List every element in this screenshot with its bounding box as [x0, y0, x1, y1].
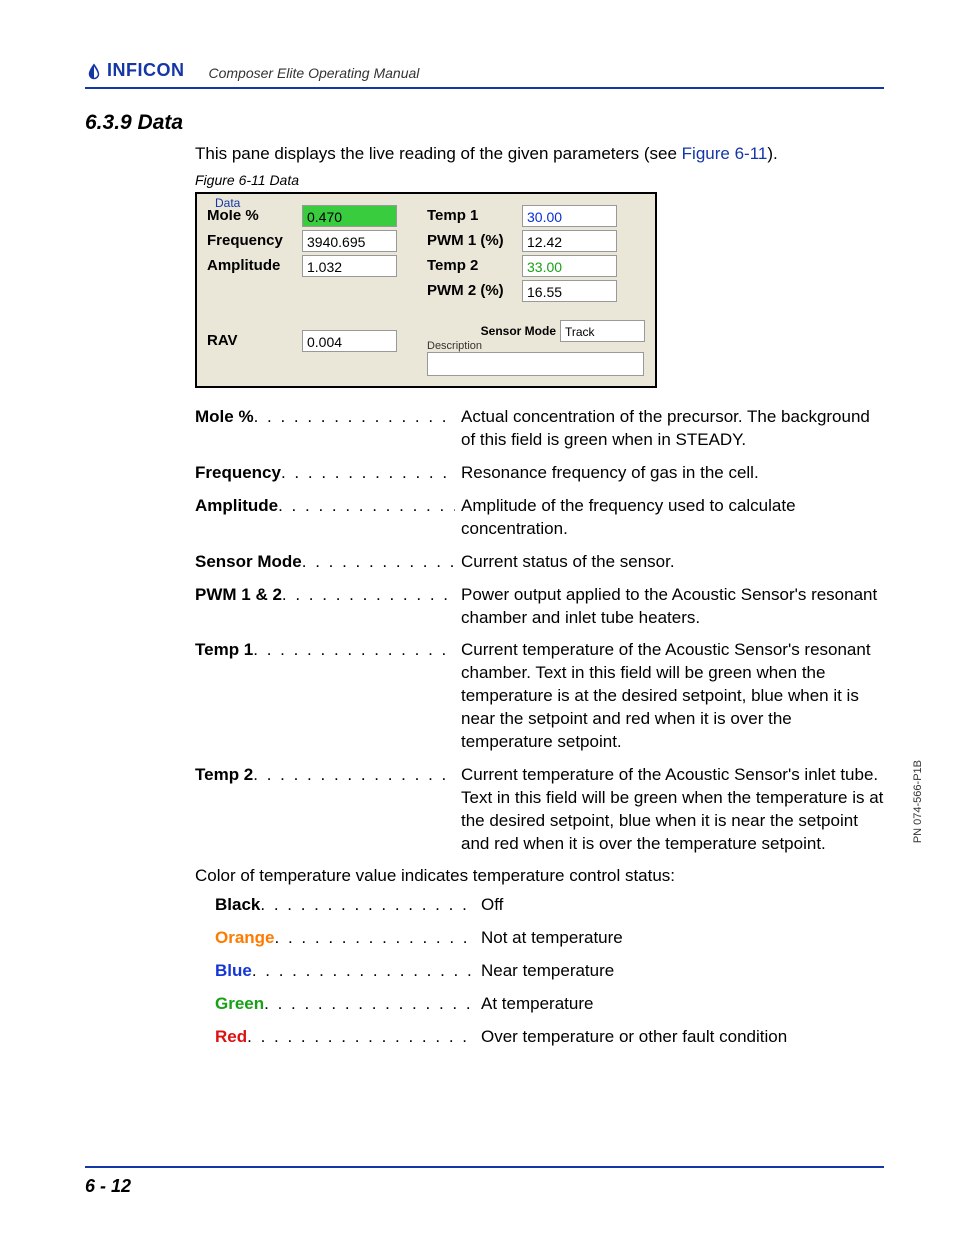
- rav-value: 0.004: [302, 330, 397, 352]
- section-heading: 6.3.9 Data: [85, 111, 884, 135]
- sensor-mode-value: Track: [560, 320, 645, 342]
- mole-pct-label: Mole %: [207, 207, 302, 224]
- manual-title: Composer Elite Operating Manual: [209, 65, 420, 81]
- pwm1-value: 12.42: [522, 230, 617, 252]
- figure-caption: Figure 6-11 Data: [195, 172, 884, 188]
- def-sensor-mode: Sensor ModeCurrent status of the sensor.: [195, 551, 884, 574]
- intro-text-prefix: This pane displays the live reading of t…: [195, 144, 682, 163]
- def-pwm: PWM 1 & 2Power output applied to the Aco…: [195, 584, 884, 630]
- amplitude-label: Amplitude: [207, 257, 302, 274]
- temp1-label: Temp 1: [427, 207, 522, 224]
- temp2-value: 33.00: [522, 255, 617, 277]
- droplet-icon: [85, 62, 103, 80]
- color-red: RedOver temperature or other fault condi…: [215, 1026, 884, 1049]
- data-panel: Data Mole % 0.470 Temp 1 30.00 Frequency…: [195, 192, 657, 388]
- part-number: PN 074-566-P1B: [912, 760, 924, 843]
- color-black: BlackOff: [215, 894, 884, 917]
- def-temp1: Temp 1Current temperature of the Acousti…: [195, 639, 884, 754]
- mole-pct-value: 0.470: [302, 205, 397, 227]
- figure-xref-link[interactable]: Figure 6-11: [682, 144, 768, 163]
- temp2-label: Temp 2: [427, 257, 522, 274]
- panel-legend: Data: [211, 196, 244, 210]
- pwm2-label: PWM 2 (%): [427, 282, 522, 299]
- color-orange: OrangeNot at temperature: [215, 927, 884, 950]
- brand-logo: INFICON: [85, 60, 185, 81]
- frequency-value: 3940.695: [302, 230, 397, 252]
- color-green: GreenAt temperature: [215, 993, 884, 1016]
- color-intro: Color of temperature value indicates tem…: [195, 866, 884, 886]
- color-blue: BlueNear temperature: [215, 960, 884, 983]
- brand-text: INFICON: [107, 60, 185, 81]
- sensor-mode-label: Sensor Mode: [481, 324, 556, 338]
- frequency-label: Frequency: [207, 232, 302, 249]
- def-mole-pct: Mole %Actual concentration of the precur…: [195, 406, 884, 452]
- temp1-value: 30.00: [522, 205, 617, 227]
- color-legend: BlackOff OrangeNot at temperature BlueNe…: [215, 894, 884, 1049]
- intro-text-suffix: ).: [767, 144, 777, 163]
- pwm2-value: 16.55: [522, 280, 617, 302]
- def-frequency: FrequencyResonance frequency of gas in t…: [195, 462, 884, 485]
- page-header: INFICON Composer Elite Operating Manual: [85, 60, 884, 89]
- def-temp2: Temp 2Current temperature of the Acousti…: [195, 764, 884, 856]
- page-number: 6 - 12: [85, 1176, 131, 1196]
- def-amplitude: AmplitudeAmplitude of the frequency used…: [195, 495, 884, 541]
- rav-label: RAV: [207, 332, 302, 349]
- description-field: [427, 352, 644, 376]
- definition-list: Mole %Actual concentration of the precur…: [195, 406, 884, 856]
- page-footer: 6 - 12: [85, 1166, 884, 1197]
- section-intro: This pane displays the live reading of t…: [195, 143, 884, 166]
- amplitude-value: 1.032: [302, 255, 397, 277]
- pwm1-label: PWM 1 (%): [427, 232, 522, 249]
